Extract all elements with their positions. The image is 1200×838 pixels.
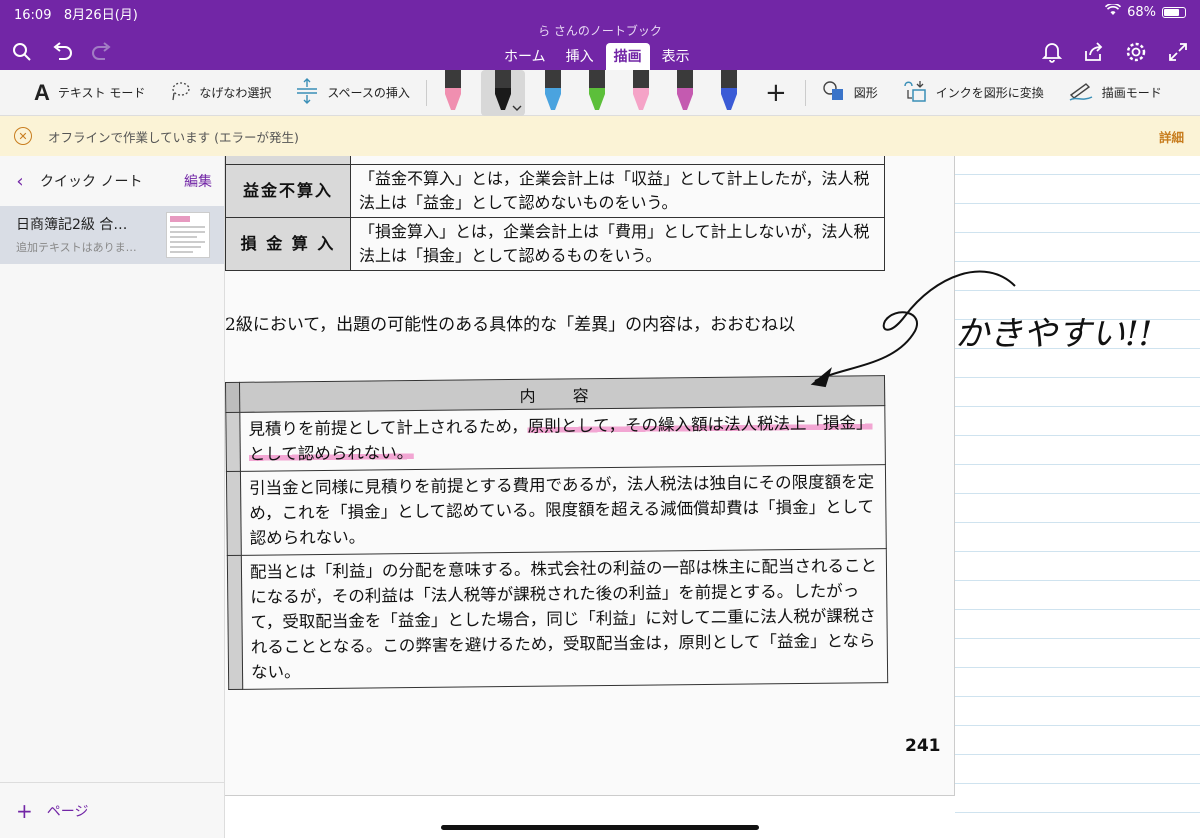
tab-view[interactable]: 表示 (654, 43, 698, 70)
handwritten-note[interactable]: かきやすい!! (955, 306, 1152, 355)
insert-space-button[interactable]: スペースの挿入 (283, 70, 422, 116)
ribbon-tabs: ホーム 挿入 描画 表示 (496, 43, 698, 70)
ruled-line (955, 551, 1200, 552)
ruled-line (955, 667, 1200, 668)
table-cell: 配当とは「利益」の分配を意味する。株式会社の利益の一部は株主に配当されることにな… (241, 548, 888, 690)
table-cell: 引当金と同様に見積りを前提とする費用であるが，法人税法は独自にその限度額を定め，… (240, 464, 887, 556)
undo-icon[interactable] (50, 40, 74, 64)
add-page-label: ページ (46, 803, 89, 820)
tab-draw[interactable]: 描画 (605, 43, 650, 70)
page-sidebar: ‹ クイック ノート 編集 日商簿記2級 合… 追加テキストはありま… + ペー… (0, 156, 225, 838)
error-icon: ✕ (14, 127, 32, 145)
ink-to-shape-label: インクを図形に変換 (935, 86, 1044, 100)
scanned-image: 益金不算入 「益金不算入」とは，企業会計上は「収益」として計上したが，法人税法上… (225, 156, 955, 796)
ink-to-shape-button[interactable]: インクを図形に変換 (890, 70, 1056, 116)
draw-mode-label: 描画モード (1101, 86, 1162, 100)
add-page-button[interactable]: + ページ (0, 782, 224, 838)
battery-icon (1162, 6, 1186, 18)
shapes-icon (822, 80, 846, 105)
ruled-line (955, 696, 1200, 697)
ruled-line (955, 406, 1200, 407)
ruled-line (955, 493, 1200, 494)
redo-icon[interactable] (90, 40, 114, 64)
ruled-line (955, 609, 1200, 610)
shapes-label: 図形 (853, 86, 878, 100)
section-title: クイック ノート (40, 174, 143, 190)
rainbow-pen-icon[interactable] (669, 69, 701, 116)
back-chevron-icon[interactable]: ‹ (0, 171, 40, 192)
draw-ribbon: A テキスト モード なげなわ選択 スペースの挿入 + 図形 インクを図形に変換… (0, 69, 1200, 116)
notebook-title: ら さんのノートブック (538, 24, 662, 38)
note-canvas[interactable]: 益金不算入 「益金不算入」とは，企業会計上は「収益」として計上したが，法人税法上… (225, 156, 1200, 838)
edit-button[interactable]: 編集 (184, 171, 224, 191)
table-row: 配当とは「利益」の分配を意味する。株式会社の利益の一部は株主に配当されることにな… (227, 548, 888, 690)
bell-icon[interactable] (1040, 40, 1064, 64)
ruled-line (955, 232, 1200, 233)
table-cell-head: 益金不算入 (225, 164, 351, 218)
expand-icon[interactable] (1166, 40, 1190, 64)
table-cell-body: 「益金不算入」とは，企業会計上は「収益」として計上したが，法人税法上は「益金」と… (350, 164, 885, 218)
plus-icon: + (16, 798, 33, 823)
title-bar: 16:09 8月26日(月) 68% ら さんのノートブック ホーム 挿入 描画… (0, 0, 1200, 70)
ruled-line (955, 725, 1200, 726)
lasso-label: なげなわ選択 (199, 86, 272, 100)
add-pen-button[interactable]: + (751, 70, 801, 116)
ruled-line (955, 812, 1200, 813)
page-number: 241 (905, 736, 941, 756)
draw-mode-button[interactable]: 描画モード (1056, 70, 1174, 116)
ruled-line (955, 580, 1200, 581)
detail-link[interactable]: 詳細 (1159, 127, 1184, 146)
ruled-line (955, 522, 1200, 523)
insert-space-icon (295, 77, 319, 108)
galaxy-pen-icon[interactable] (713, 69, 745, 116)
table-row: 見積りを前提として計上されるため，原則として，その繰入額は法人税法上「損金」とし… (225, 405, 886, 472)
draw-mode-icon (1068, 80, 1094, 105)
green-pen-icon[interactable] (581, 69, 613, 116)
lasso-icon (169, 80, 191, 105)
definition-table: 益金不算入 「益金不算入」とは，企業会計上は「収益」として計上したが，法人税法上… (225, 156, 885, 271)
ruled-line (955, 174, 1200, 175)
black-pen-icon[interactable] (480, 69, 525, 116)
wifi-icon (1105, 2, 1122, 20)
shapes-button[interactable]: 図形 (810, 70, 890, 116)
content-table: 内 容 見積りを前提として計上されるため，原則として，その繰入額は法人税法上「損… (225, 375, 888, 690)
text-mode-label: テキスト モード (57, 86, 146, 100)
ribbon-separator (804, 79, 806, 106)
gear-icon[interactable] (1124, 40, 1148, 64)
search-icon[interactable] (10, 40, 34, 64)
status-time: 16:09 8月26日(月) (14, 8, 138, 23)
blue-pen-icon[interactable] (537, 69, 569, 116)
ruled-line (955, 203, 1200, 204)
ruled-line (955, 783, 1200, 784)
ribbon-separator (425, 79, 427, 106)
battery-percent: 68% (1127, 4, 1156, 20)
home-indicator (441, 825, 759, 830)
offline-message: オフラインで作業しています (エラーが発生) (48, 129, 299, 145)
ruled-line (955, 464, 1200, 465)
pink-highlighter-icon[interactable] (625, 69, 657, 116)
insert-space-label: スペースの挿入 (327, 86, 410, 100)
text-mode-icon: A (34, 79, 50, 105)
body-paragraph: 2級において，出題の可能性のある具体的な「差異」の内容は，おおむね以 (225, 315, 796, 335)
table-row: 引当金と同様に見積りを前提とする費用であるが，法人税法は独自にその限度額を定め，… (226, 464, 887, 556)
ruled-line (955, 638, 1200, 639)
tab-insert[interactable]: 挿入 (558, 43, 602, 70)
ruled-line (955, 435, 1200, 436)
page-list-item[interactable]: 日商簿記2級 合… 追加テキストはありま… (0, 206, 224, 264)
ruled-line (955, 754, 1200, 755)
tab-home[interactable]: ホーム (496, 43, 554, 70)
table-row: 益金不算入 「益金不算入」とは，企業会計上は「収益」として計上したが，法人税法上… (225, 164, 885, 218)
lasso-select-button[interactable]: なげなわ選択 (157, 70, 283, 116)
table-cell: 見積りを前提として計上されるため，原則として，その繰入額は法人税法上「損金」とし… (239, 405, 886, 472)
text-mode-button[interactable]: A テキスト モード (0, 70, 157, 116)
offline-banner: ✕ オフラインで作業しています (エラーが発生) 詳細 (0, 116, 1200, 156)
status-right: 68% (1105, 2, 1186, 20)
share-icon[interactable] (1082, 40, 1106, 64)
section-header: ‹ クイック ノート 編集 (0, 156, 224, 206)
eraser-pen-icon[interactable] (437, 69, 469, 116)
ink-to-shape-icon (902, 78, 928, 107)
table-cell-head: 損 金 算 入 (225, 217, 351, 271)
page-thumbnail (166, 212, 210, 258)
